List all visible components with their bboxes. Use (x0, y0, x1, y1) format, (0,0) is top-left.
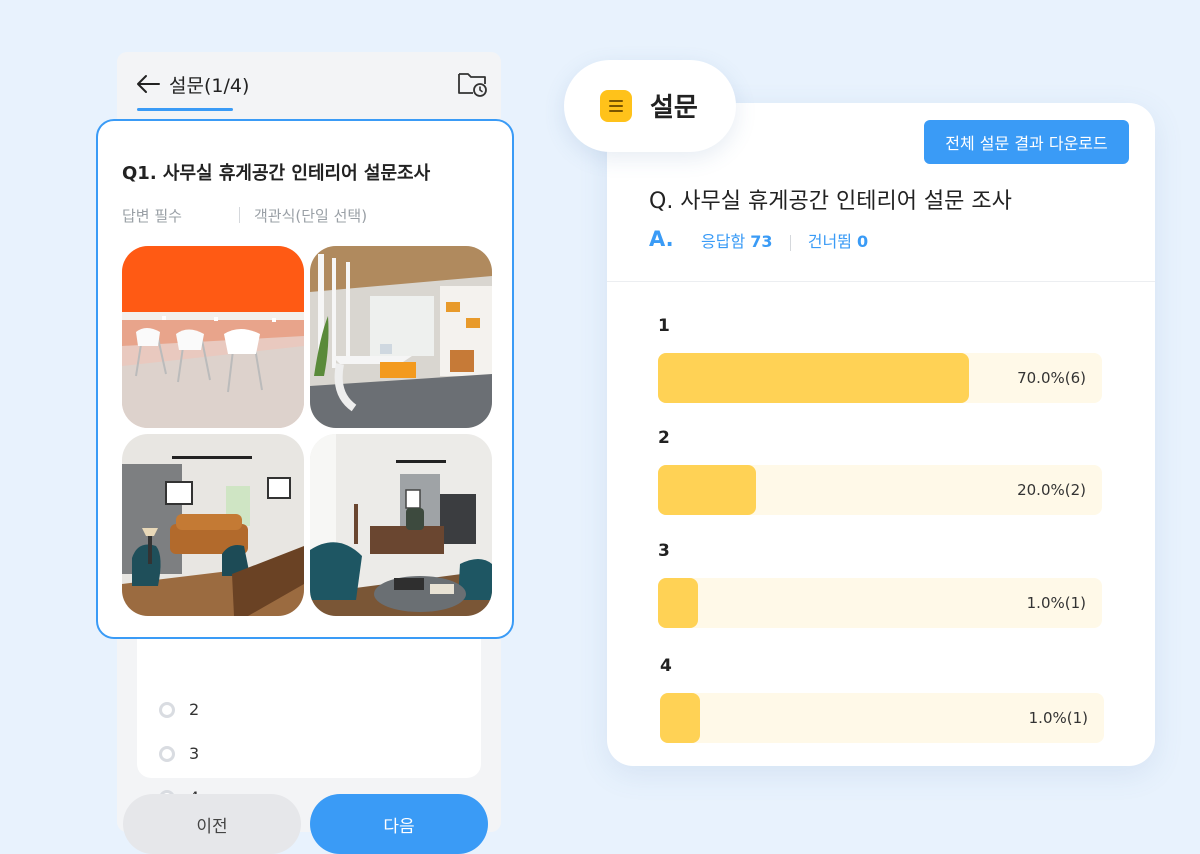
meta-divider (239, 207, 240, 223)
stats-divider (789, 234, 791, 251)
option-image-4[interactable] (310, 434, 492, 616)
response-stats: 응답함 73 건너뜀 0 (701, 228, 868, 252)
responded-label: 응답함 (701, 232, 746, 251)
question-card: Q1. 사무실 휴게공간 인테리어 설문조사 답변 필수 객관식(단일 선택) (96, 119, 514, 639)
header-divider (607, 281, 1155, 282)
mobile-header: 설문(1/4) (117, 52, 501, 114)
result-percent-1: 70.0%(6) (1017, 369, 1086, 387)
option-label: 3 (189, 744, 200, 763)
result-bar-fill-2 (658, 465, 756, 515)
result-percent-3: 1.0%(1) (1026, 594, 1086, 612)
option-3[interactable]: 3 (159, 744, 199, 763)
survey-progress-title: 설문(1/4) (169, 75, 250, 97)
folder-refresh-icon[interactable] (457, 70, 489, 98)
option-image-2[interactable] (310, 246, 492, 428)
result-percent-2: 20.0%(2) (1017, 481, 1086, 499)
result-bar-fill-1 (658, 353, 969, 403)
result-bar-fill-3 (658, 578, 698, 628)
question-type-label: 객관식(단일 선택) (254, 207, 368, 225)
question-meta: 답변 필수 객관식(단일 선택) (122, 205, 367, 226)
option-image-1[interactable] (122, 246, 304, 428)
option-image-3[interactable] (122, 434, 304, 616)
survey-badge-label: 설문 (650, 93, 698, 123)
option-label: 2 (189, 700, 200, 719)
result-percent-4: 1.0%(1) (1028, 709, 1088, 727)
skipped-count: 0 (856, 232, 869, 251)
result-bar-1: 70.0%(6) (658, 353, 1102, 403)
next-button[interactable]: 다음 (310, 794, 488, 854)
question-title: Q1. 사무실 휴게공간 인테리어 설문조사 (122, 163, 431, 184)
download-all-results-button[interactable]: 전체 설문 결과 다운로드 (924, 120, 1129, 164)
required-label: 답변 필수 (122, 207, 182, 225)
result-bar-2: 20.0%(2) (658, 465, 1102, 515)
result-row-label-2: 2 (658, 428, 670, 448)
skipped-label: 건너뜀 (807, 232, 852, 251)
back-arrow-icon[interactable] (135, 71, 161, 97)
results-panel: 전체 설문 결과 다운로드 Q. 사무실 휴게공간 인테리어 설문 조사 A. … (607, 103, 1155, 766)
option-2[interactable]: 2 (159, 700, 199, 719)
responded-count: 73 (750, 232, 773, 251)
result-row-label-1: 1 (658, 316, 670, 336)
answer-prefix: A. (649, 227, 674, 251)
prev-button[interactable]: 이전 (123, 794, 301, 854)
title-underline (137, 108, 233, 111)
radio-button[interactable] (159, 701, 175, 718)
result-bar-fill-4 (660, 693, 700, 743)
result-row-label-4: 4 (660, 656, 672, 676)
results-question: Q. 사무실 휴게공간 인테리어 설문 조사 (649, 189, 1012, 214)
radio-button[interactable] (159, 745, 175, 762)
result-bar-4: 1.0%(1) (660, 693, 1104, 743)
survey-badge: 설문 (564, 60, 736, 152)
result-row-label-3: 3 (658, 541, 670, 561)
list-icon (600, 90, 632, 122)
result-bar-3: 1.0%(1) (658, 578, 1102, 628)
